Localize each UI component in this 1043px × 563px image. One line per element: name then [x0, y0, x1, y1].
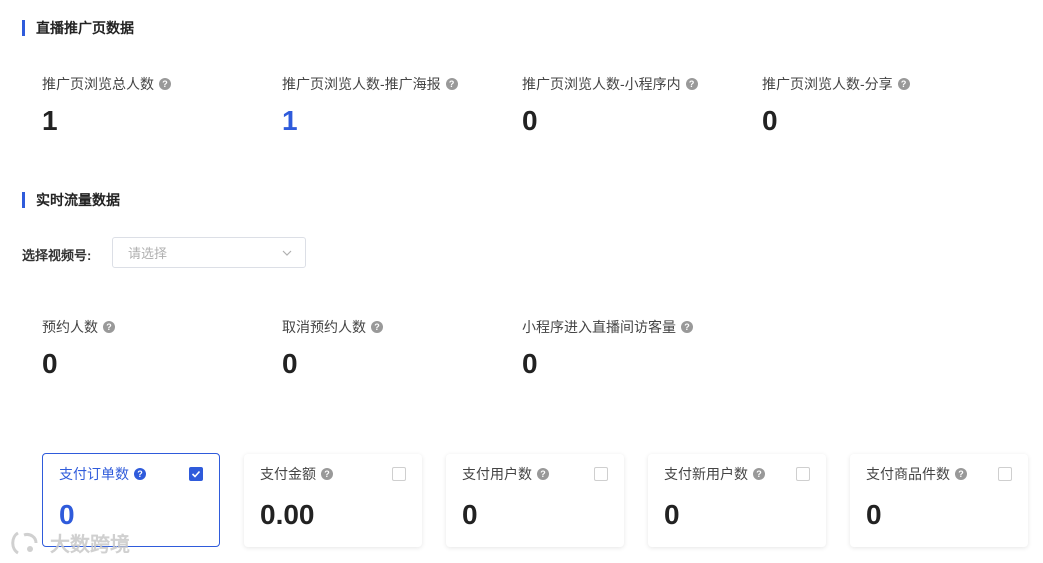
- question-circle-icon[interactable]: ?: [681, 321, 693, 333]
- card-label: 支付订单数: [59, 466, 129, 482]
- question-circle-icon[interactable]: ?: [159, 78, 171, 90]
- card-value: 0.00: [260, 499, 315, 530]
- card-checkbox[interactable]: [594, 467, 608, 481]
- stat-label: 推广页浏览人数-推广海报: [282, 76, 441, 92]
- metric-card-paid-amount[interactable]: 支付金额 ? 0.00: [244, 454, 422, 547]
- check-icon: [191, 470, 201, 478]
- stat-reservations: 预约人数 ? 0: [42, 317, 115, 378]
- stat-value: 0: [522, 105, 538, 136]
- stat-value: 0: [522, 348, 538, 379]
- stat-miniprogram-views: 推广页浏览人数-小程序内 ? 0: [522, 74, 698, 135]
- stat-cancelled-reservations: 取消预约人数 ? 0: [282, 317, 383, 378]
- question-circle-icon[interactable]: ?: [897, 78, 910, 90]
- title-accent-bar: [22, 20, 25, 36]
- stat-label: 推广页浏览人数-分享: [762, 76, 893, 92]
- card-checkbox[interactable]: [998, 467, 1012, 481]
- video-account-select[interactable]: 请选择: [112, 237, 306, 268]
- stat-label: 推广页浏览总人数: [42, 76, 154, 92]
- section-title-text: 实时流量数据: [36, 192, 120, 208]
- metric-card-paid-users[interactable]: 支付用户数 ? 0: [446, 454, 624, 547]
- stat-value: 0: [42, 348, 58, 379]
- chevron-down-icon: [282, 250, 292, 256]
- stat-live-room-visitors: 小程序进入直播间访客量 ? 0: [522, 317, 693, 378]
- stat-label: 推广页浏览人数-小程序内: [522, 76, 681, 92]
- question-circle-icon[interactable]: ?: [371, 321, 383, 333]
- card-checkbox[interactable]: [392, 467, 406, 481]
- question-circle-icon[interactable]: ?: [103, 321, 115, 333]
- stat-share-views: 推广页浏览人数-分享 ? 0: [762, 74, 910, 135]
- title-accent-bar: [22, 192, 25, 208]
- stat-value: 1: [42, 105, 58, 136]
- question-circle-icon[interactable]: ?: [753, 468, 765, 480]
- card-label: 支付金额: [260, 466, 316, 482]
- stat-label: 预约人数: [42, 319, 98, 335]
- question-circle-icon[interactable]: ?: [445, 78, 458, 90]
- card-label: 支付商品件数: [866, 466, 950, 482]
- question-circle-icon[interactable]: ?: [537, 468, 549, 480]
- card-checkbox[interactable]: [796, 467, 810, 481]
- stat-label: 小程序进入直播间访客量: [522, 319, 676, 335]
- card-label: 支付新用户数: [664, 466, 748, 482]
- metric-card-paid-items[interactable]: 支付商品件数 ? 0: [850, 454, 1028, 547]
- watermark-text: 大数跨境: [50, 534, 130, 556]
- card-value: 0: [462, 499, 478, 530]
- watermark-logo-icon: [11, 531, 38, 554]
- stat-total-views: 推广页浏览总人数 ? 1: [42, 74, 171, 135]
- card-checkbox[interactable]: [189, 467, 203, 481]
- question-circle-icon[interactable]: ?: [134, 468, 146, 480]
- page: 直播推广页数据 推广页浏览总人数 ? 1 推广页浏览人数-推广海报 ? 1 推广…: [0, 0, 1043, 563]
- section-title-text: 直播推广页数据: [36, 20, 134, 36]
- stat-value: 0: [282, 348, 298, 379]
- card-label: 支付用户数: [462, 466, 532, 482]
- stat-value: 0: [762, 105, 778, 136]
- video-account-label: 选择视频号:: [22, 248, 92, 263]
- card-value: 0: [664, 499, 680, 530]
- question-circle-icon[interactable]: ?: [955, 468, 967, 480]
- metric-card-new-paid-users[interactable]: 支付新用户数 ? 0: [648, 454, 826, 547]
- stat-value-link[interactable]: 1: [282, 107, 458, 135]
- question-circle-icon[interactable]: ?: [685, 78, 698, 90]
- section-title-traffic: 实时流量数据: [22, 190, 120, 210]
- question-circle-icon[interactable]: ?: [321, 468, 333, 480]
- stat-poster-views: 推广页浏览人数-推广海报 ? 1: [282, 74, 458, 135]
- card-value: 0: [59, 499, 75, 530]
- card-value: 0: [866, 499, 882, 530]
- watermark: 大数跨境: [8, 528, 130, 557]
- section-title-promo: 直播推广页数据: [22, 18, 134, 38]
- select-placeholder: 请选择: [128, 246, 168, 261]
- stat-label: 取消预约人数: [282, 319, 366, 335]
